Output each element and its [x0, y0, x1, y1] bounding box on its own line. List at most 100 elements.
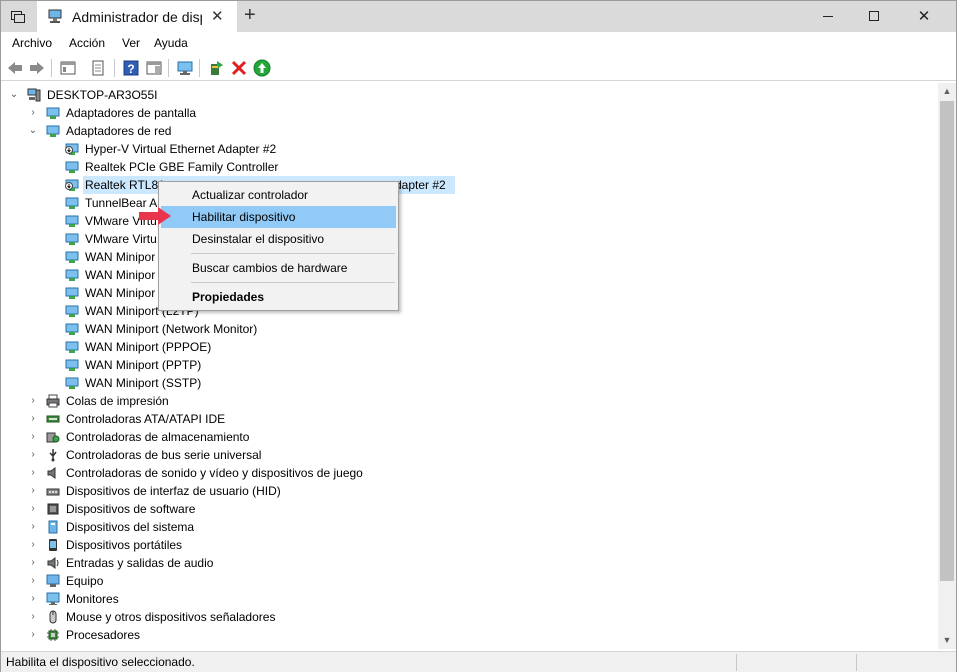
expand-icon[interactable]: › — [28, 554, 38, 572]
expand-icon[interactable]: › — [28, 464, 38, 482]
menu-enable-device[interactable]: Habilitar dispositivo — [161, 206, 396, 228]
update-driver-icon[interactable] — [207, 59, 225, 77]
close-tab-icon[interactable]: ✕ — [211, 7, 224, 25]
device-label: WAN Miniport (PPPOE) — [85, 340, 212, 354]
menu-accion[interactable]: Acción — [69, 36, 105, 50]
menu-separator — [191, 282, 395, 283]
collapse-icon[interactable]: ⌄ — [9, 86, 19, 104]
hid-icon — [46, 488, 60, 496]
collapse-icon[interactable]: ⌄ — [28, 122, 38, 140]
device-label: WAN Minipor — [85, 268, 156, 282]
help-icon[interactable]: ? — [122, 59, 140, 77]
network-adapter-icon — [65, 305, 79, 317]
network-adapter-icon — [65, 251, 79, 263]
device-manager-icon — [48, 9, 62, 23]
scroll-up-icon[interactable]: ▲ — [938, 83, 956, 100]
minimize-button[interactable] — [805, 1, 851, 32]
device-label-text: Realtek RTL81 — [85, 178, 165, 192]
network-adapter-icon — [65, 377, 79, 389]
category-label: Dispositivos de software — [66, 502, 196, 516]
speaker-icon — [47, 467, 56, 479]
expand-icon[interactable]: › — [28, 428, 38, 446]
expand-icon[interactable]: › — [28, 572, 38, 590]
category-label: Equipo — [66, 574, 104, 588]
expand-icon[interactable]: › — [28, 410, 38, 428]
network-adapter-icon — [65, 323, 79, 335]
vertical-scrollbar[interactable]: ▲ ▼ — [938, 83, 956, 649]
scroll-down-icon[interactable]: ▼ — [938, 632, 956, 649]
category-label: Dispositivos del sistema — [66, 520, 195, 534]
network-adapter-icon — [65, 161, 79, 173]
storage-controller-icon — [46, 432, 60, 443]
expand-icon[interactable]: › — [28, 446, 38, 464]
menu-separator — [191, 253, 395, 254]
svg-text:?: ? — [127, 62, 134, 76]
minimize-icon — [823, 16, 833, 17]
expand-icon[interactable]: › — [28, 536, 38, 554]
device-label: Realtek PCIe GBE Family Controller — [85, 160, 279, 174]
mouse-icon — [49, 610, 57, 624]
expand-icon[interactable]: › — [28, 104, 38, 122]
network-adapter-icon — [65, 215, 79, 227]
maximize-button[interactable] — [851, 1, 897, 32]
software-device-icon — [47, 503, 59, 515]
uninstall-device-icon[interactable] — [230, 59, 248, 77]
status-bar: Habilita el dispositivo seleccionado. — [1, 651, 956, 672]
menu-scan-hardware[interactable]: Buscar cambios de hardware — [161, 257, 396, 279]
device-label: VMware Virtu — [85, 232, 157, 246]
category-label: Dispositivos portátiles — [66, 538, 183, 552]
network-adapter-icon — [65, 287, 79, 299]
device-tree[interactable]: ⌄ DESKTOP-AR3O55I › Adaptadores de panta… — [1, 83, 938, 649]
category-label: Mouse y otros dispositivos señaladores — [66, 610, 276, 624]
back-icon[interactable] — [6, 59, 24, 77]
menu-archivo[interactable]: Archivo — [12, 36, 52, 50]
menu-update-driver[interactable]: Actualizar controlador — [161, 184, 396, 206]
pointer-arrow-icon — [139, 207, 171, 225]
menu-ver[interactable]: Ver — [122, 36, 140, 50]
device-manager-window: Administrador de dispositivos ✕ + ✕ Arch… — [0, 0, 957, 672]
expand-icon[interactable]: › — [28, 626, 38, 644]
tab-overview-icon[interactable] — [1, 1, 35, 32]
enable-device-icon[interactable] — [253, 59, 271, 77]
printer-icon — [46, 394, 60, 408]
computer-icon — [46, 574, 60, 587]
status-divider — [856, 654, 857, 671]
properties-sheet-icon[interactable] — [89, 59, 107, 77]
expand-icon[interactable]: › — [28, 482, 38, 500]
category-label: Controladoras de sonido y vídeo y dispos… — [66, 466, 363, 480]
menu-properties[interactable]: Propiedades — [161, 286, 396, 308]
forward-icon[interactable] — [28, 59, 46, 77]
category-label: Monitores — [66, 592, 119, 606]
network-adapter-icon — [65, 341, 79, 353]
maximize-icon — [869, 11, 879, 21]
title-bar: Administrador de dispositivos ✕ + ✕ — [1, 1, 956, 32]
action-pane-icon[interactable] — [145, 59, 163, 77]
tab-title: Administrador de dispositivos — [72, 9, 202, 25]
category-label: Procesadores — [66, 628, 141, 642]
expand-icon[interactable]: › — [28, 518, 38, 536]
scroll-thumb[interactable] — [940, 101, 954, 581]
scan-hardware-icon[interactable] — [176, 59, 194, 77]
category-label: Controladoras de almacenamiento — [66, 430, 250, 444]
category-label: Controladoras ATA/ATAPI IDE — [66, 412, 226, 426]
device-label: WAN Minipor — [85, 250, 156, 264]
category-label: Controladoras de bus serie universal — [66, 448, 262, 462]
disabled-network-adapter-icon — [65, 179, 79, 191]
expand-icon[interactable]: › — [28, 608, 38, 626]
disabled-network-adapter-icon — [65, 143, 79, 155]
menu-ayuda[interactable]: Ayuda — [154, 36, 188, 50]
expand-icon[interactable]: › — [28, 590, 38, 608]
window-tab[interactable]: Administrador de dispositivos ✕ — [37, 1, 237, 32]
console-tree-icon[interactable] — [59, 59, 77, 77]
portable-device-icon — [49, 539, 57, 551]
device-label: WAN Minipor — [85, 286, 156, 300]
category-label: Dispositivos de interfaz de usuario (HID… — [66, 484, 281, 498]
network-adapter-icon — [65, 197, 79, 209]
close-button[interactable]: ✕ — [901, 1, 947, 32]
expand-icon[interactable]: › — [28, 392, 38, 410]
computer-name: DESKTOP-AR3O55I — [47, 88, 158, 102]
menu-uninstall-device[interactable]: Desinstalar el dispositivo — [161, 228, 396, 250]
status-text: Habilita el dispositivo seleccionado. — [6, 655, 195, 669]
new-tab-button[interactable]: + — [244, 4, 256, 27]
expand-icon[interactable]: › — [28, 500, 38, 518]
